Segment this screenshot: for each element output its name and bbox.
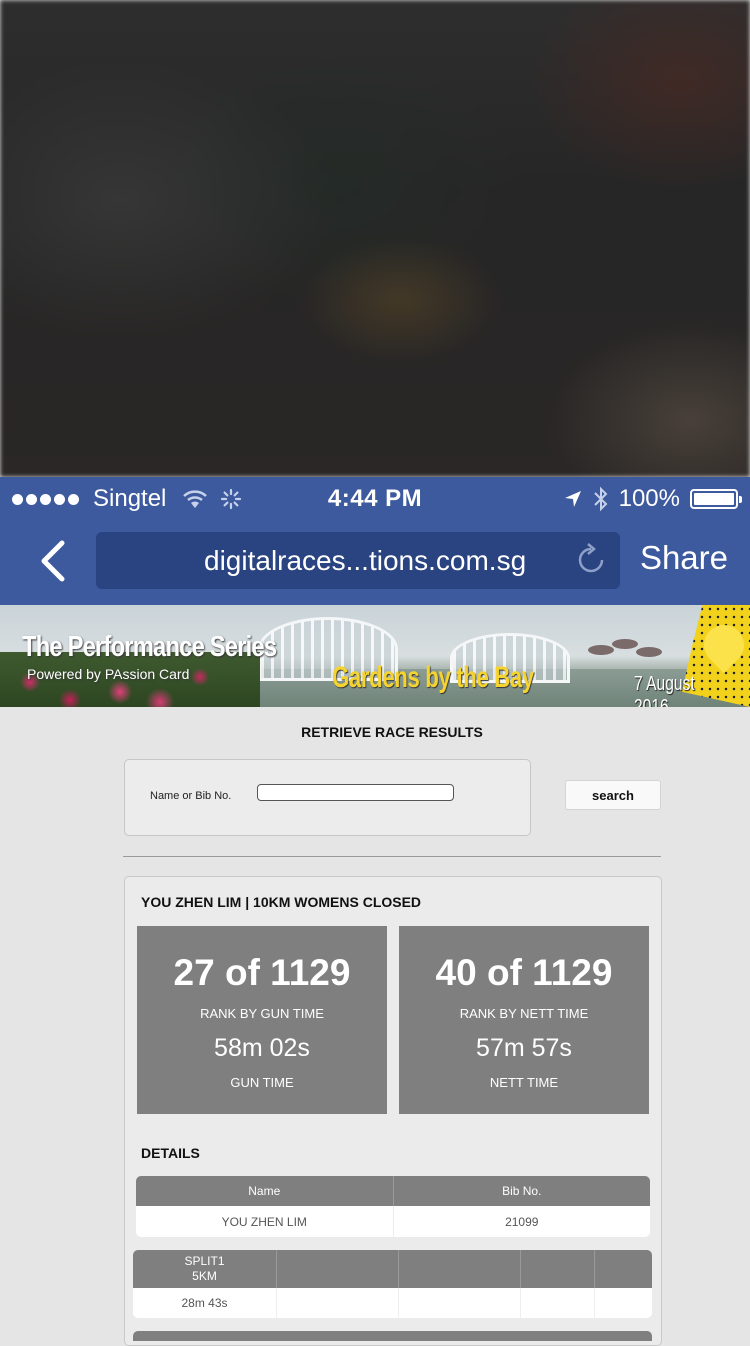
next-table-header xyxy=(133,1331,652,1341)
back-button[interactable] xyxy=(30,537,74,585)
gun-time-label: GUN TIME xyxy=(230,1075,294,1090)
column-header-bib: Bib No. xyxy=(502,1184,542,1198)
banner-date: 7 August 2016 xyxy=(634,673,695,707)
search-label: Name or Bib No. xyxy=(150,790,232,802)
details-heading: DETAILS xyxy=(141,1145,200,1161)
details-table: Name Bib No. YOU ZHEN LIM 21099 xyxy=(136,1176,650,1237)
nett-rank-label: RANK BY NETT TIME xyxy=(459,1006,589,1021)
column-header xyxy=(595,1250,652,1288)
column-header xyxy=(277,1250,399,1288)
gun-rank: 27 of 1129 xyxy=(173,952,351,993)
supertree-image xyxy=(636,647,662,657)
table-header: SPLIT1 5KM xyxy=(133,1250,652,1288)
status-bar: Singtel 4:44 PM 100% xyxy=(0,477,750,519)
address-bar[interactable]: digitalraces...tions.com.sg xyxy=(96,532,620,589)
gun-rank-label: RANK BY GUN TIME xyxy=(200,1006,324,1021)
chevron-left-icon xyxy=(41,540,65,582)
battery-icon xyxy=(690,489,742,509)
nett-rank: 40 of 1129 xyxy=(435,952,613,993)
share-button[interactable]: Share xyxy=(640,539,728,577)
column-header-name: Name xyxy=(136,1176,394,1206)
search-button[interactable]: search xyxy=(565,780,661,810)
location-arrow-icon xyxy=(564,491,581,507)
page-title: RETRIEVE RACE RESULTS xyxy=(301,724,483,740)
page-content: RETRIEVE RACE RESULTS Name or Bib No. se… xyxy=(0,707,750,1346)
supertree-image xyxy=(588,645,614,655)
cell-bib: 21099 xyxy=(505,1214,539,1229)
cell-split1: 28m 43s xyxy=(133,1288,277,1318)
banner-subtitle: Powered by PAssion Card xyxy=(27,666,190,682)
gun-time: 58m 02s xyxy=(214,1034,310,1062)
table-row: 28m 43s xyxy=(133,1288,652,1318)
banner-title: The Performance Series xyxy=(22,631,277,663)
nett-time: 57m 57s xyxy=(476,1034,572,1062)
cell xyxy=(521,1288,595,1318)
event-banner: The Performance Series Powered by PAssio… xyxy=(0,605,750,707)
browser-toolbar: digitalraces...tions.com.sg Share xyxy=(0,519,750,605)
background-photo xyxy=(0,0,750,477)
status-right: 100% xyxy=(563,485,742,513)
column-header xyxy=(521,1250,595,1288)
column-header xyxy=(399,1250,521,1288)
supertree-image xyxy=(612,639,638,649)
cell xyxy=(595,1288,652,1318)
gun-time-box: 27 of 1129 RANK BY GUN TIME 58m 02s GUN … xyxy=(137,926,387,1114)
nett-time-label: NETT TIME xyxy=(489,1075,559,1090)
column-header-split1: SPLIT1 5KM xyxy=(133,1250,277,1288)
search-panel: Name or Bib No. xyxy=(124,759,531,836)
cell-name: YOU ZHEN LIM xyxy=(136,1206,394,1237)
bluetooth-icon xyxy=(593,486,608,512)
url-text: digitalraces...tions.com.sg xyxy=(204,544,527,576)
runner-title: YOU ZHEN LIM | 10KM WOMENS CLOSED xyxy=(141,894,422,910)
cell xyxy=(277,1288,399,1318)
search-input[interactable] xyxy=(257,784,454,801)
divider xyxy=(123,856,661,857)
banner-venue: Gardens by the Bay xyxy=(332,661,534,694)
cell xyxy=(399,1288,521,1318)
reload-icon[interactable] xyxy=(574,543,608,577)
table-row: YOU ZHEN LIM 21099 xyxy=(136,1206,650,1237)
table-header: Name Bib No. xyxy=(136,1176,650,1206)
splits-table: SPLIT1 5KM 28m 43s xyxy=(133,1250,652,1318)
battery-percent: 100% xyxy=(618,485,680,512)
nett-time-box: 40 of 1129 RANK BY NETT TIME 57m 57s NET… xyxy=(399,926,649,1114)
